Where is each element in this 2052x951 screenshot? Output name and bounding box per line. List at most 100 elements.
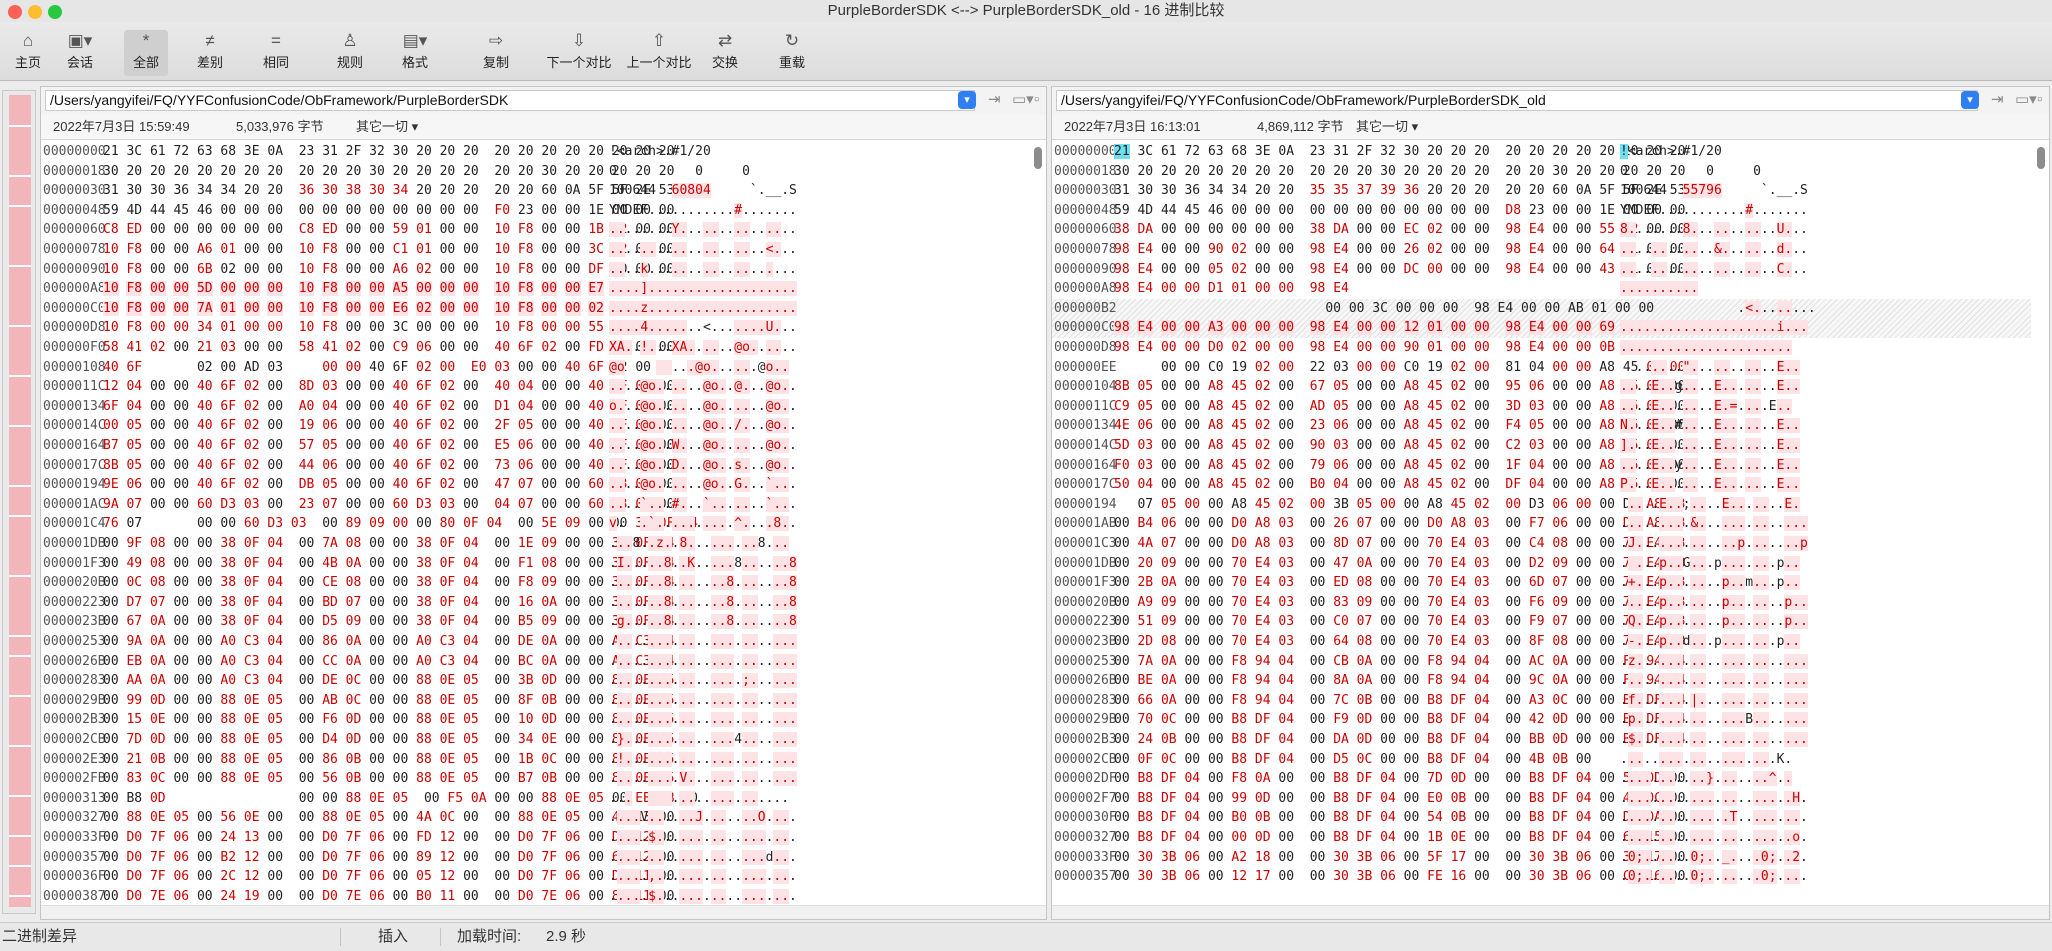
- hex-byte[interactable]: 45: [1231, 399, 1247, 414]
- hex-byte[interactable]: 00: [1184, 242, 1200, 257]
- hex-byte[interactable]: 04: [1576, 810, 1592, 825]
- hex-byte[interactable]: 00: [346, 458, 362, 473]
- hex-byte[interactable]: 30: [1114, 164, 1130, 179]
- hex-byte[interactable]: 02: [1231, 242, 1247, 257]
- hex-byte[interactable]: 7D: [126, 732, 142, 747]
- hex-byte[interactable]: 0D: [1552, 712, 1568, 727]
- hex-byte[interactable]: 00: [267, 300, 284, 316]
- hex-byte[interactable]: 00: [1208, 222, 1224, 237]
- hex-bytes[interactable]: 98 E4 00 00 D0 02 00 00 98 E4 00 00 90 0…: [1114, 338, 1638, 358]
- hex-byte[interactable]: 21: [197, 340, 213, 355]
- hex-byte[interactable]: 0A: [541, 634, 557, 649]
- hex-byte[interactable]: 40: [588, 379, 604, 394]
- hex-byte[interactable]: 00: [463, 458, 479, 473]
- hex-byte[interactable]: 45: [1231, 418, 1247, 433]
- hex-byte[interactable]: 31: [1114, 183, 1130, 198]
- ascii-text[interactable]: P...E.......E.......E..: [1620, 475, 1801, 495]
- hex-byte[interactable]: 40: [494, 379, 510, 394]
- hex-byte[interactable]: 21: [126, 752, 142, 767]
- hex-byte[interactable]: 00: [393, 810, 409, 825]
- hex-byte[interactable]: 00: [1474, 850, 1490, 865]
- hex-bytes[interactable]: 98 E4 00 00 05 02 00 00 98 E4 00 00 DC 0…: [1114, 260, 1685, 280]
- hex-byte[interactable]: 00: [346, 438, 362, 453]
- hex-byte[interactable]: 40: [197, 438, 213, 453]
- hex-bytes[interactable]: 00 00 C0 19 02 00 22 03 00 00 C0 19 02 0…: [1114, 358, 1685, 378]
- ascii-text[interactable]: .!......................: [609, 750, 797, 770]
- hex-byte[interactable]: 00: [1184, 595, 1200, 610]
- hex-byte[interactable]: 1B: [518, 752, 534, 767]
- hex-byte[interactable]: B5: [518, 614, 534, 629]
- hex-byte[interactable]: 02: [588, 300, 604, 316]
- hex-byte[interactable]: 00: [1599, 869, 1615, 884]
- hex-byte[interactable]: 88: [416, 752, 432, 767]
- hex-byte[interactable]: 0C: [346, 673, 362, 688]
- hex-byte[interactable]: 00: [416, 320, 432, 335]
- hex-byte[interactable]: 00: [1599, 771, 1615, 786]
- hex-byte[interactable]: AB: [1568, 301, 1584, 316]
- hex-byte[interactable]: 20: [244, 164, 260, 179]
- hex-byte[interactable]: 00: [197, 752, 213, 767]
- hex-byte[interactable]: 03: [1474, 575, 1490, 590]
- hex-byte[interactable]: A8: [1231, 497, 1247, 512]
- hex-byte[interactable]: 02: [1278, 497, 1294, 512]
- hex-byte[interactable]: 88: [416, 673, 432, 688]
- hex-byte[interactable]: 20: [197, 164, 213, 179]
- hex-byte[interactable]: 00: [1474, 830, 1490, 845]
- hex-byte[interactable]: 01: [416, 222, 432, 237]
- hex-byte[interactable]: 20: [518, 183, 534, 198]
- hex-byte[interactable]: 00: [1576, 712, 1592, 727]
- hex-byte[interactable]: 05: [463, 673, 479, 688]
- ascii-text[interactable]: ... ...............: [609, 789, 789, 809]
- hex-bytes[interactable]: 00 51 09 00 00 70 E4 03 00 C0 07 00 00 7…: [1114, 612, 1685, 632]
- hex-byte[interactable]: 00: [103, 693, 119, 708]
- ascii-text[interactable]: ....................<...: [609, 240, 797, 260]
- hex-byte[interactable]: 00: [393, 556, 409, 571]
- hex-byte[interactable]: 00: [463, 477, 479, 492]
- toolbar-button-asterisk[interactable]: * 全部: [124, 30, 168, 76]
- hex-byte[interactable]: B8: [1333, 810, 1349, 825]
- hex-byte[interactable]: BB: [1529, 732, 1545, 747]
- hex-byte[interactable]: 60: [197, 497, 213, 512]
- hex-byte[interactable]: 00: [393, 869, 409, 884]
- hex-byte[interactable]: D0: [518, 889, 534, 904]
- hex-byte[interactable]: 00: [103, 595, 119, 610]
- hex-byte[interactable]: 10: [518, 712, 534, 727]
- hex-byte[interactable]: E5: [494, 438, 510, 453]
- hex-byte[interactable]: 0E: [244, 771, 260, 786]
- hex-byte[interactable]: 00: [173, 693, 189, 708]
- hex-byte[interactable]: 2C: [220, 869, 236, 884]
- hex-byte[interactable]: A8: [1427, 497, 1443, 512]
- hex-byte[interactable]: 70: [1137, 712, 1153, 727]
- hex-byte[interactable]: 20: [1278, 164, 1294, 179]
- hex-byte[interactable]: 00: [369, 752, 385, 767]
- hex-byte[interactable]: 00: [1278, 340, 1294, 355]
- hex-byte[interactable]: 00: [463, 262, 479, 277]
- hex-byte[interactable]: 00: [1474, 458, 1490, 473]
- hex-byte[interactable]: 00: [1404, 497, 1420, 512]
- hex-byte[interactable]: 00: [299, 869, 315, 884]
- hex-byte[interactable]: 0A: [346, 556, 362, 571]
- hex-byte[interactable]: 04: [1474, 732, 1490, 747]
- hex-byte[interactable]: ED: [1333, 575, 1349, 590]
- hex-byte[interactable]: ED: [322, 222, 338, 237]
- hex-byte[interactable]: 00: [1474, 379, 1490, 394]
- hex-byte[interactable]: A8: [1404, 399, 1420, 414]
- hex-byte[interactable]: 0E: [150, 712, 166, 727]
- hex-byte[interactable]: 63: [1208, 144, 1224, 159]
- hex-byte[interactable]: 20: [416, 164, 432, 179]
- left-hex-view[interactable]: 00000000 21 3C 61 72 63 68 3E 0A 23 31 2F…: [41, 140, 1028, 905]
- hex-byte[interactable]: AA: [126, 673, 142, 688]
- hex-byte[interactable]: 00: [1114, 830, 1130, 845]
- hex-byte[interactable]: 40: [197, 418, 213, 433]
- hex-byte[interactable]: D0: [126, 869, 142, 884]
- hex-byte[interactable]: 00: [1208, 752, 1224, 767]
- hex-byte[interactable]: 00: [1552, 477, 1568, 492]
- hex-byte[interactable]: DF: [1451, 732, 1467, 747]
- hex-byte[interactable]: E4: [1333, 281, 1349, 296]
- hex-byte[interactable]: 00: [1380, 595, 1396, 610]
- hex-byte[interactable]: 00: [1521, 301, 1537, 316]
- hex-byte[interactable]: 88: [220, 712, 236, 727]
- hex-byte[interactable]: 37: [1357, 183, 1373, 198]
- hex-byte[interactable]: 20: [416, 144, 432, 159]
- hex-byte[interactable]: 34: [393, 183, 409, 198]
